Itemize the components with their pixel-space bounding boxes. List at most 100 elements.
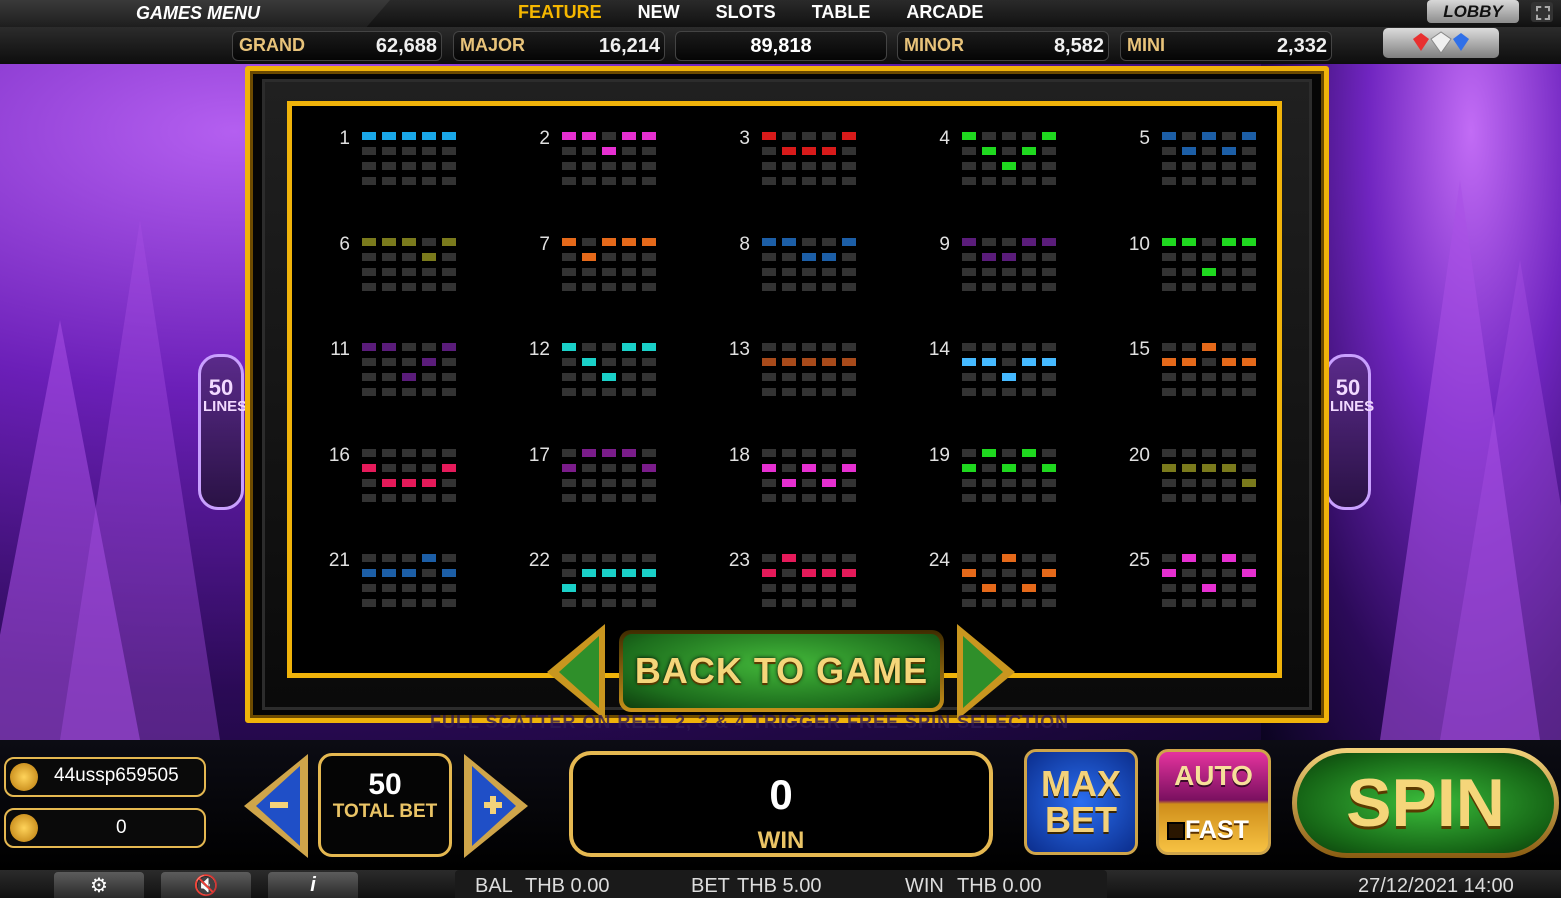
payline-square xyxy=(382,599,396,607)
nav-slots[interactable]: SLOTS xyxy=(716,2,776,23)
previous-page-arrow[interactable] xyxy=(545,624,607,720)
jackpot-center-value: 89,818 xyxy=(750,35,812,57)
payline-square xyxy=(422,162,436,170)
payline-square xyxy=(822,554,836,562)
payline-square xyxy=(622,569,636,577)
payline-square xyxy=(822,478,836,487)
payline-square xyxy=(442,267,456,276)
payline-square xyxy=(1182,358,1196,366)
payline-square xyxy=(1042,237,1056,246)
payline-square xyxy=(1002,282,1016,291)
payline-square xyxy=(1222,147,1236,155)
max-bet-button[interactable]: MAX BET xyxy=(1024,749,1138,855)
payline-square xyxy=(582,448,596,457)
max-bet-label-1: MAX xyxy=(1041,763,1121,804)
payline-square xyxy=(562,267,576,276)
payline-number: 17 xyxy=(528,444,550,466)
payline-square xyxy=(382,132,396,140)
payline-square xyxy=(822,373,836,381)
payline-square xyxy=(802,177,816,185)
next-page-arrow[interactable] xyxy=(955,624,1017,720)
payline-square xyxy=(582,599,596,607)
payline-square xyxy=(1042,478,1056,487)
payline-square xyxy=(422,463,436,472)
payline-square xyxy=(602,343,616,351)
back-to-game-button[interactable]: BACK TO GAME xyxy=(619,630,944,712)
fast-checkbox[interactable] xyxy=(1167,822,1185,840)
payline-square xyxy=(1002,373,1016,381)
nav-new[interactable]: NEW xyxy=(638,2,680,23)
lobby-button[interactable]: LOBBY xyxy=(1427,0,1519,23)
fullscreen-icon[interactable] xyxy=(1531,2,1553,22)
payline-square xyxy=(802,599,816,607)
payline-square xyxy=(1002,237,1016,246)
payline-number: 20 xyxy=(1128,444,1150,466)
payline-square xyxy=(382,162,396,170)
payline-square xyxy=(562,463,576,472)
payline-square xyxy=(1162,373,1176,381)
payline-square xyxy=(1022,584,1036,592)
payline-square xyxy=(642,388,656,396)
payline-square xyxy=(362,282,376,291)
payline-square xyxy=(1042,448,1056,457)
payline-square xyxy=(402,584,416,592)
payline-square xyxy=(762,252,776,261)
increase-bet-button[interactable] xyxy=(462,752,532,860)
spin-button[interactable]: SPIN xyxy=(1292,748,1559,858)
payline-square xyxy=(982,448,996,457)
payline-square xyxy=(422,373,436,381)
payline-square xyxy=(762,448,776,457)
payline-square xyxy=(602,147,616,155)
payline-square xyxy=(602,252,616,261)
payline-square xyxy=(582,584,596,592)
payline-square xyxy=(1182,162,1196,170)
payline-square xyxy=(1242,554,1256,562)
payline-9: 9 xyxy=(910,220,1100,310)
payline-square xyxy=(362,569,376,577)
payline-square xyxy=(1202,569,1216,577)
payline-square xyxy=(362,463,376,472)
payline-square xyxy=(802,358,816,366)
payline-square xyxy=(602,373,616,381)
jackpot-info-button[interactable] xyxy=(1383,28,1499,58)
payline-square xyxy=(1022,448,1036,457)
payline-square xyxy=(442,569,456,577)
payline-square xyxy=(362,237,376,246)
back-to-game-label: BACK TO GAME xyxy=(623,634,940,708)
payline-square xyxy=(602,448,616,457)
payline-number: 22 xyxy=(528,550,550,571)
nav-table[interactable]: TABLE xyxy=(812,2,871,23)
payline-square xyxy=(382,388,396,396)
payline-square xyxy=(762,388,776,396)
win-display: 0 WIN xyxy=(569,751,993,857)
payline-square xyxy=(442,358,456,366)
sound-button[interactable]: 🔇 xyxy=(161,872,251,898)
decrease-bet-button[interactable] xyxy=(240,752,310,860)
frosted-tree xyxy=(60,220,220,740)
payline-square xyxy=(1222,373,1236,381)
payline-square xyxy=(382,448,396,457)
payline-square xyxy=(1222,282,1236,291)
payline-square xyxy=(582,373,596,381)
payline-square xyxy=(402,463,416,472)
payline-square xyxy=(622,147,636,155)
payline-square xyxy=(562,162,576,170)
settings-button[interactable]: ⚙ xyxy=(54,872,144,898)
payline-square xyxy=(962,448,976,457)
payline-square xyxy=(402,554,416,562)
payline-square xyxy=(1042,554,1056,562)
payline-21: 21 xyxy=(310,536,500,626)
payline-square xyxy=(782,448,796,457)
auto-spin-button[interactable]: AUTO FAST xyxy=(1156,749,1271,855)
games-menu-button[interactable]: GAMES MENU xyxy=(136,3,260,24)
info-button[interactable]: i xyxy=(268,872,358,898)
nav-arcade[interactable]: ARCADE xyxy=(906,2,983,23)
payline-square xyxy=(622,267,636,276)
payline-square xyxy=(782,343,796,351)
total-bet-display: 50 TOTAL BET xyxy=(318,753,452,857)
payline-square xyxy=(382,343,396,351)
nav-feature[interactable]: FEATURE xyxy=(518,2,602,23)
payline-square xyxy=(602,267,616,276)
payline-square xyxy=(962,343,976,351)
payline-number: 1 xyxy=(339,128,350,149)
